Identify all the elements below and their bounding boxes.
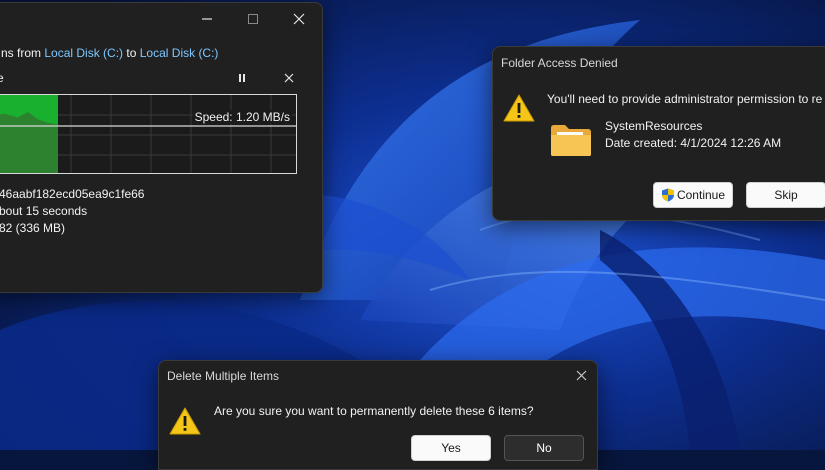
- no-button[interactable]: No: [504, 435, 584, 461]
- close-icon[interactable]: [567, 361, 595, 389]
- warning-icon: [503, 94, 535, 122]
- dialog-title: Folder Access Denied: [501, 56, 618, 70]
- warning-icon: [169, 407, 201, 435]
- stage-label: e: [0, 71, 4, 85]
- current-item-name: 46aabf182ecd05ea9c1fe66: [0, 187, 145, 201]
- delete-multiple-items-dialog: Delete Multiple Items Are you sure you w…: [158, 360, 598, 470]
- cancel-copy-icon[interactable]: [275, 64, 303, 92]
- yes-label: Yes: [441, 441, 461, 455]
- destination-link[interactable]: Local Disk (C:): [140, 46, 219, 60]
- minimize-icon[interactable]: [193, 5, 221, 33]
- uac-shield-icon: [661, 188, 674, 202]
- folder-icon: [551, 125, 591, 156]
- yes-button[interactable]: Yes: [411, 435, 491, 461]
- to-word: to: [126, 46, 137, 60]
- speed-graph-canvas: [0, 95, 296, 173]
- continue-label: Continue: [676, 188, 726, 202]
- skip-label: Skip: [774, 188, 798, 202]
- items-remaining: 82 (336 MB): [0, 221, 66, 235]
- no-label: No: [536, 441, 552, 455]
- pause-icon[interactable]: [228, 64, 256, 92]
- dialog-title: Delete Multiple Items: [167, 369, 280, 383]
- folder-access-denied-dialog: Folder Access Denied You'll need to prov…: [492, 46, 825, 221]
- source-link[interactable]: Local Disk (C:): [44, 46, 123, 60]
- folder-name: SystemResources: [605, 119, 703, 133]
- transfer-speed-graph: Speed: 1.20 MB/s: [0, 94, 297, 174]
- copy-heading: ns from Local Disk (C:) to Local Disk (C…: [1, 46, 218, 60]
- time-remaining: bout 15 seconds: [0, 204, 88, 218]
- speed-label: Speed: 1.20 MB/s: [192, 110, 292, 124]
- skip-button[interactable]: Skip: [746, 182, 825, 208]
- close-icon[interactable]: [285, 5, 313, 33]
- continue-button[interactable]: Continue: [653, 182, 733, 208]
- folder-date-created: Date created: 4/1/2024 12:26 AM: [605, 136, 782, 150]
- maximize-icon[interactable]: [239, 5, 267, 33]
- permission-message: You'll need to provide administrator per…: [547, 92, 823, 106]
- copy-progress-window: ns from Local Disk (C:) to Local Disk (C…: [0, 2, 323, 293]
- copy-heading-prefix: ns from: [1, 46, 42, 60]
- delete-confirmation-message: Are you sure you want to permanently del…: [214, 404, 534, 418]
